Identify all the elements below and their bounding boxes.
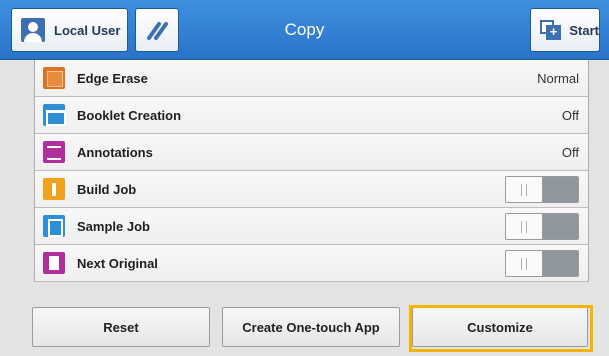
setting-row-sample-job[interactable]: Sample Job [35, 208, 588, 245]
setting-label: Build Job [77, 181, 137, 197]
customize-button[interactable]: Customize [412, 307, 588, 347]
setting-row-build-job[interactable]: Build Job [35, 171, 588, 208]
edge-erase-icon [43, 67, 65, 89]
setting-row-edge-erase[interactable]: Edge Erase Normal [35, 60, 588, 97]
start-button[interactable]: + Start [530, 8, 600, 52]
header-bar: Local User Copy + Start [0, 0, 609, 60]
next-original-icon [43, 252, 65, 274]
user-icon [21, 18, 45, 42]
annotations-icon [43, 141, 65, 163]
tools-icon [147, 22, 168, 40]
next-original-toggle[interactable] [505, 249, 579, 277]
setting-row-next-original[interactable]: Next Original [35, 245, 588, 282]
start-label: Start [569, 22, 599, 38]
sample-job-icon [43, 215, 65, 237]
settings-list: Edge Erase Normal Booklet Creation Off A… [34, 60, 589, 282]
setting-value: Off [561, 107, 579, 123]
setting-value: Normal [537, 70, 579, 86]
setting-label: Sample Job [77, 218, 150, 234]
create-one-touch-app-button[interactable]: Create One-touch App [222, 307, 400, 347]
reset-button[interactable]: Reset [32, 307, 210, 347]
booklet-icon [43, 104, 66, 126]
setting-label: Edge Erase [77, 70, 148, 86]
user-label: Local User [54, 22, 121, 38]
start-icon: + [540, 20, 561, 40]
setting-row-annotations[interactable]: Annotations Off [35, 134, 588, 171]
setting-value: Off [561, 144, 579, 160]
setting-label: Booklet Creation [77, 107, 182, 123]
tools-button[interactable] [135, 8, 179, 52]
setting-label: Annotations [77, 144, 153, 160]
build-job-icon [43, 178, 65, 200]
sample-job-toggle[interactable] [505, 212, 579, 240]
setting-label: Next Original [77, 255, 158, 271]
setting-row-booklet-creation[interactable]: Booklet Creation Off [35, 97, 588, 134]
local-user-button[interactable]: Local User [11, 8, 128, 52]
build-job-toggle[interactable] [505, 175, 579, 203]
